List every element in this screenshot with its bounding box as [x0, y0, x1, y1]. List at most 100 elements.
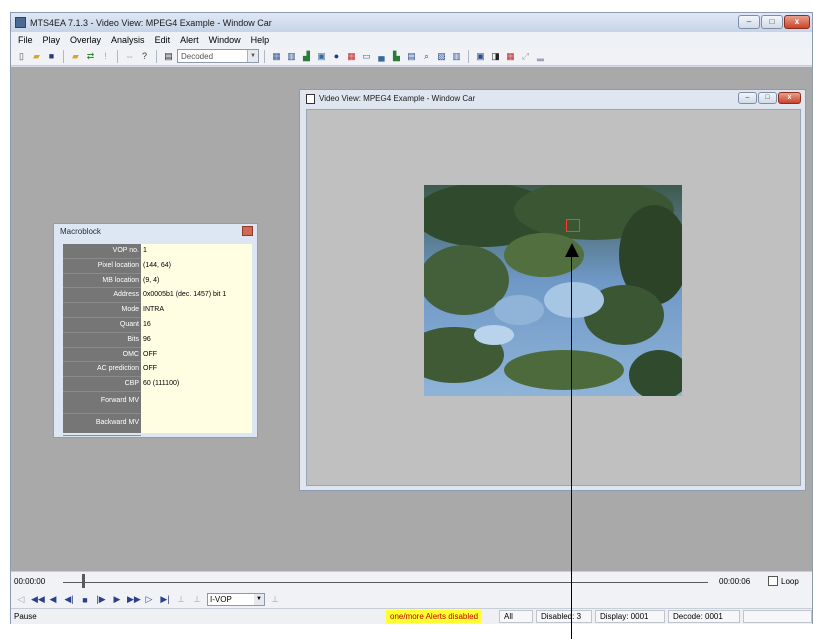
open-folder-icon[interactable]: ▰	[30, 50, 43, 63]
chevron-down-icon: ▼	[254, 594, 264, 605]
new-file-icon[interactable]: ▯	[15, 50, 28, 63]
row-value: (9, 4)	[143, 276, 160, 284]
rewind-fast-icon[interactable]: ◀◀	[31, 594, 45, 605]
minimize-button[interactable]: –	[738, 92, 757, 104]
menu-bar: File Play Overlay Analysis Edit Alert Wi…	[11, 32, 812, 47]
status-decode: Decode: 0001	[668, 610, 740, 623]
prev-frame-icon[interactable]: ◀|	[63, 594, 75, 605]
motion-icon[interactable]: ▭	[360, 50, 373, 63]
layout-icon[interactable]: ▣	[474, 50, 487, 63]
marker-icon[interactable]: ⊥	[191, 594, 203, 605]
row-value: 0x0005b1 (dec. 1457) bit 1	[143, 291, 227, 299]
window-icon[interactable]: ▤	[405, 50, 418, 63]
window-controls: – □ x	[738, 15, 810, 29]
vop-type-select[interactable]: I-VOP ▼	[207, 593, 265, 606]
toolbar-separator	[117, 49, 118, 63]
error-grid-icon[interactable]: ▦	[504, 50, 517, 63]
maximize-button[interactable]: □	[758, 92, 777, 104]
row-label: MB location	[63, 274, 141, 289]
menu-window[interactable]: Window	[204, 35, 246, 45]
last-frame-icon[interactable]: ▶|	[159, 594, 171, 605]
print-icon[interactable]: ▂	[534, 50, 547, 63]
row-label: Forward MV	[63, 392, 141, 414]
selected-macroblock-marker	[566, 219, 580, 232]
grid-icon[interactable]: ▦	[270, 50, 283, 63]
film-icon	[306, 93, 315, 104]
histogram-icon[interactable]: ▄	[375, 50, 388, 63]
maximize-button[interactable]: □	[761, 15, 783, 29]
row-label: OMC	[63, 348, 141, 363]
bitrate-icon[interactable]: ▥	[285, 50, 298, 63]
macroblock-title-text: Macroblock	[60, 227, 101, 236]
row-label: CBP	[63, 377, 141, 392]
timeline-bar: 00:00:00 00:00:06 Loop	[11, 571, 812, 591]
close-button[interactable]: x	[778, 92, 801, 104]
timeline-track[interactable]	[63, 582, 708, 583]
step-forward-icon[interactable]: ▷	[143, 594, 155, 605]
video-frame-image	[424, 185, 682, 396]
first-frame-icon[interactable]: ◁	[15, 594, 27, 605]
status-bar: Pause one/more Alerts disabled All Disab…	[11, 608, 812, 624]
loop-label: Loop	[781, 577, 799, 586]
title-bar: MTS4EA 7.1.3 - Video View: MPEG4 Example…	[11, 13, 812, 32]
row-value: (144, 64)	[143, 261, 172, 269]
film-icon[interactable]: ▤	[162, 50, 175, 63]
video-view-window: Video View: MPEG4 Example - Window Car –…	[299, 89, 806, 491]
step-back-icon[interactable]: ◀	[47, 594, 59, 605]
app-icon	[15, 17, 26, 28]
menu-file[interactable]: File	[13, 35, 38, 45]
menu-play[interactable]: Play	[38, 35, 66, 45]
frame-icon[interactable]: ◨	[489, 50, 502, 63]
bookmark-icon[interactable]: ⊥	[175, 594, 187, 605]
row-label: Pixel location	[63, 259, 141, 274]
annotation-arrow-line	[571, 250, 572, 639]
toolbar-separator	[468, 49, 469, 63]
decode-mode-select[interactable]: Decoded ▼	[177, 49, 259, 63]
picture-icon[interactable]: ▧	[435, 50, 448, 63]
video-view-controls: – □ x	[738, 92, 801, 104]
menu-help[interactable]: Help	[246, 35, 275, 45]
menu-alert[interactable]: Alert	[175, 35, 204, 45]
status-display: Display: 0001	[595, 610, 665, 623]
refresh-icon[interactable]: ⇄	[84, 50, 97, 63]
macroblock-label-column: VOP no. Pixel location MB location Addre…	[63, 244, 141, 436]
open-stream-icon[interactable]: ▰	[69, 50, 82, 63]
video-canvas	[306, 109, 801, 486]
chart-icon[interactable]: ▟	[300, 50, 313, 63]
stop-icon[interactable]: ■	[79, 595, 91, 605]
row-label: Mode	[63, 303, 141, 318]
row-value: INTRA	[143, 306, 164, 314]
table-icon[interactable]: ▣	[315, 50, 328, 63]
stats-icon[interactable]: ▥	[450, 50, 463, 63]
macroblock-panel-title: Macroblock	[54, 224, 257, 240]
status-disabled: Disabled: 3	[536, 610, 592, 623]
compare-icon[interactable]: ⇔	[123, 50, 136, 63]
menu-overlay[interactable]: Overlay	[65, 35, 106, 45]
zoom-icon[interactable]: ⌕	[420, 50, 433, 63]
graph-icon[interactable]: ▙	[390, 50, 403, 63]
window-title: MTS4EA 7.1.3 - Video View: MPEG4 Example…	[30, 17, 272, 28]
menu-analysis[interactable]: Analysis	[106, 35, 150, 45]
menu-edit[interactable]: Edit	[150, 35, 176, 45]
loop-checkbox[interactable]	[768, 576, 778, 586]
chevron-down-icon: ▼	[247, 50, 258, 62]
video-frame[interactable]	[424, 185, 682, 396]
next-frame-icon[interactable]: |▶	[95, 594, 107, 605]
fast-forward-icon[interactable]: ▶▶	[127, 594, 141, 605]
help-icon[interactable]: ?	[138, 50, 151, 63]
minimize-button[interactable]: –	[738, 15, 760, 29]
play-icon[interactable]: ▶	[111, 594, 123, 605]
close-icon[interactable]	[242, 226, 253, 236]
row-label: AC prediction	[63, 362, 141, 378]
row-value	[141, 414, 252, 436]
info-icon[interactable]: ●	[330, 50, 343, 63]
save-icon[interactable]: ■	[45, 50, 58, 63]
macroblock-grid-icon[interactable]: ▦	[345, 50, 358, 63]
workspace: Macroblock VOP no. Pixel location MB loc…	[11, 67, 812, 571]
row-label: Address	[63, 288, 141, 304]
export-icon[interactable]: ⤢	[519, 50, 532, 63]
export-frame-icon[interactable]: ⊥	[269, 594, 281, 605]
alert-icon[interactable]: !	[99, 50, 112, 63]
close-button[interactable]: x	[784, 15, 810, 29]
timeline-thumb[interactable]	[82, 574, 86, 588]
